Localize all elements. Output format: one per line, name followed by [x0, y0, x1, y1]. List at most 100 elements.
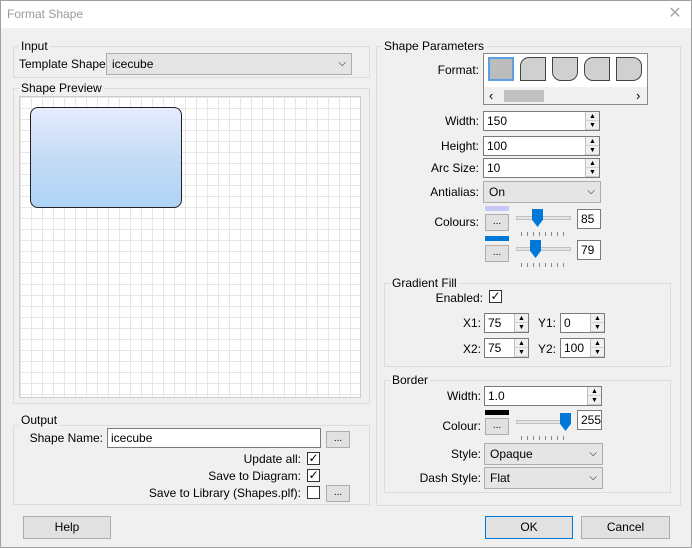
- save-to-library-label: Save to Library (Shapes.plf):: [148, 486, 301, 500]
- window-title: Format Shape: [7, 7, 84, 21]
- spin-down-icon: ▼: [591, 323, 604, 332]
- arc-size-spinner[interactable]: 10 ▲ ▼: [483, 158, 600, 178]
- shape-preview-title: Shape Preview: [19, 81, 104, 95]
- spin-down-icon: ▼: [586, 146, 599, 155]
- format-cut-corner-option[interactable]: [520, 57, 546, 81]
- y1-value: 0: [564, 316, 571, 330]
- arc-spin-buttons[interactable]: ▲ ▼: [585, 159, 599, 177]
- antialias-value: On: [489, 185, 506, 199]
- spin-down-icon: ▼: [591, 348, 604, 357]
- y2-label: Y2:: [537, 342, 556, 356]
- y1-spinner[interactable]: 0 ▲ ▼: [560, 313, 605, 333]
- width-spin-buttons[interactable]: ▲ ▼: [585, 112, 599, 130]
- colour2-swatch: [485, 236, 509, 241]
- shape-name-browse-button[interactable]: ...: [326, 431, 350, 448]
- height-spinner[interactable]: 100 ▲ ▼: [483, 136, 600, 156]
- dash-style-select[interactable]: Flat ⌵: [484, 467, 603, 489]
- y1-spin-buttons[interactable]: ▲ ▼: [590, 314, 604, 332]
- spin-up-icon: ▲: [586, 159, 599, 168]
- border-width-value: 1.0: [488, 389, 505, 403]
- shape-name-label: Shape Name:: [29, 431, 103, 445]
- format-scrollbar[interactable]: ‹ ›: [484, 87, 647, 104]
- height-label: Height:: [440, 139, 479, 153]
- save-to-diagram-label: Save to Diagram:: [208, 469, 301, 483]
- colour1-browse-button[interactable]: ...: [485, 214, 509, 231]
- border-style-select[interactable]: Opaque ⌵: [484, 443, 603, 465]
- update-all-label: Update all:: [243, 452, 301, 466]
- spin-down-icon: ▼: [586, 121, 599, 130]
- format-picker[interactable]: ‹ ›: [483, 53, 648, 105]
- scroll-thumb[interactable]: [504, 90, 544, 102]
- colour1-slider-track[interactable]: [516, 216, 571, 220]
- cancel-button[interactable]: Cancel: [581, 516, 670, 539]
- save-to-library-checkbox[interactable]: [307, 486, 320, 499]
- template-shape-select[interactable]: icecube ⌵: [106, 53, 352, 75]
- format-label: Format:: [437, 63, 479, 77]
- border-width-spin-buttons[interactable]: ▲ ▼: [587, 387, 601, 405]
- spin-down-icon: ▼: [588, 396, 601, 405]
- shape-name-input[interactable]: icecube: [107, 428, 321, 448]
- shape-preview-icecube: [30, 107, 182, 208]
- template-shape-label: Template Shape:: [19, 57, 110, 71]
- colour1-value-input[interactable]: 85: [577, 209, 601, 229]
- title-bar: Format Shape ✕: [1, 1, 691, 28]
- x2-label: X2:: [462, 342, 481, 356]
- spin-up-icon: ▲: [591, 339, 604, 348]
- scroll-left-icon[interactable]: ‹: [489, 88, 493, 103]
- border-colour-browse-button[interactable]: ...: [485, 418, 509, 435]
- gradient-enabled-label: Enabled:: [435, 291, 483, 305]
- border-colour-slider-ticks: [521, 436, 566, 440]
- border-colour-label: Colour:: [442, 419, 481, 433]
- border-group-title: Border: [390, 373, 431, 387]
- x1-value: 75: [488, 316, 502, 330]
- width-label: Width:: [444, 114, 479, 128]
- width-spinner[interactable]: 150 ▲ ▼: [483, 111, 600, 131]
- format-right-round-option[interactable]: [616, 57, 642, 81]
- ok-button[interactable]: OK: [485, 516, 573, 539]
- shape-parameters-title: Shape Parameters: [382, 39, 487, 53]
- dash-style-value: Flat: [490, 471, 511, 485]
- height-spin-buttons[interactable]: ▲ ▼: [585, 137, 599, 155]
- y2-value: 100: [564, 341, 585, 355]
- output-group-title: Output: [19, 413, 60, 427]
- scroll-right-icon[interactable]: ›: [636, 88, 640, 103]
- width-value: 150: [487, 114, 508, 128]
- update-all-checkbox[interactable]: ✓: [307, 452, 320, 465]
- border-width-spinner[interactable]: 1.0 ▲ ▼: [484, 386, 602, 406]
- close-icon[interactable]: ✕: [663, 3, 687, 25]
- dash-style-label: Dash Style:: [419, 471, 481, 485]
- colour2-browse-button[interactable]: ...: [485, 245, 509, 262]
- arc-size-label: Arc Size:: [430, 161, 479, 175]
- preview-grid: [19, 96, 361, 398]
- colour2-value-input[interactable]: 79: [577, 240, 601, 260]
- y2-spin-buttons[interactable]: ▲ ▼: [590, 339, 604, 357]
- y1-label: Y1:: [537, 316, 556, 330]
- colours-label: Colours:: [434, 215, 479, 229]
- border-colour-swatch: [485, 410, 509, 415]
- antialias-select[interactable]: On ⌵: [483, 181, 601, 203]
- colour2-slider-ticks: [521, 263, 566, 267]
- gradient-enabled-checkbox[interactable]: ✓: [489, 290, 502, 303]
- x1-spinner[interactable]: 75 ▲ ▼: [484, 313, 529, 333]
- chevron-down-icon: ⌵: [589, 472, 597, 483]
- colour1-swatch: [485, 206, 509, 211]
- arc-size-value: 10: [487, 161, 501, 175]
- colour2-slider-track[interactable]: [516, 247, 571, 251]
- help-button[interactable]: Help: [23, 516, 111, 539]
- height-value: 100: [487, 139, 508, 153]
- save-to-diagram-checkbox[interactable]: ✓: [307, 469, 320, 482]
- library-browse-button[interactable]: ...: [326, 485, 350, 502]
- colour1-slider-ticks: [521, 232, 566, 236]
- y2-spinner[interactable]: 100 ▲ ▼: [560, 338, 605, 358]
- format-shape-dialog: Format Shape ✕ Input Template Shape: ice…: [0, 0, 692, 548]
- format-rect-option[interactable]: [488, 57, 514, 81]
- antialias-label: Antialias:: [430, 185, 479, 199]
- border-width-label: Width:: [446, 389, 481, 403]
- input-group-title: Input: [19, 39, 50, 53]
- format-bottom-round-option[interactable]: [552, 57, 578, 81]
- x2-spinner[interactable]: 75 ▲ ▼: [484, 338, 529, 358]
- spin-up-icon: ▲: [586, 137, 599, 146]
- x1-label: X1:: [462, 316, 481, 330]
- border-colour-value-input[interactable]: 255: [577, 410, 602, 430]
- format-left-round-option[interactable]: [584, 57, 610, 81]
